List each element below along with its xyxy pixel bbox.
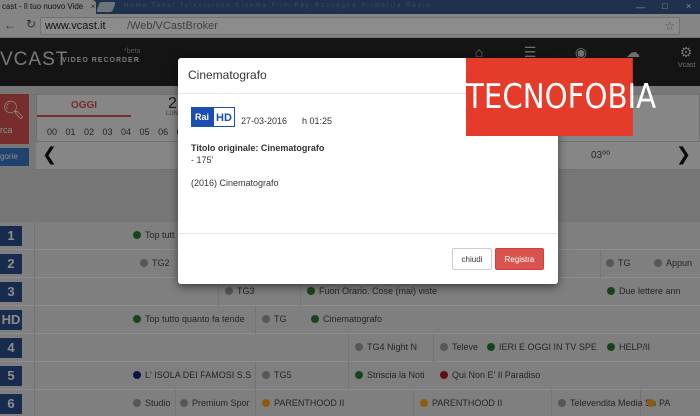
modal-footer-divider	[178, 233, 558, 234]
description: (2016) Cinematografo	[191, 178, 279, 188]
original-title-value: Cinematografo	[260, 143, 325, 153]
broadcast-date: 27-03-2016	[241, 116, 288, 126]
duration: - 175'	[191, 155, 214, 165]
broadcast-hour: h 01:25	[302, 116, 333, 126]
record-button[interactable]: Registra	[495, 248, 544, 270]
modal-title: Cinematografo	[188, 68, 267, 82]
hd-logo-text: HD	[213, 107, 235, 127]
close-button[interactable]: chiudi	[452, 248, 492, 270]
rai-logo-text: Rai	[191, 107, 213, 127]
tecnofobia-watermark: TECNOFOBIA	[466, 58, 656, 136]
rai-hd-logo: Rai HD	[191, 107, 236, 127]
original-title-label: Titolo originale:	[191, 143, 261, 153]
original-title: Titolo originale: Cinematografo	[191, 143, 324, 153]
